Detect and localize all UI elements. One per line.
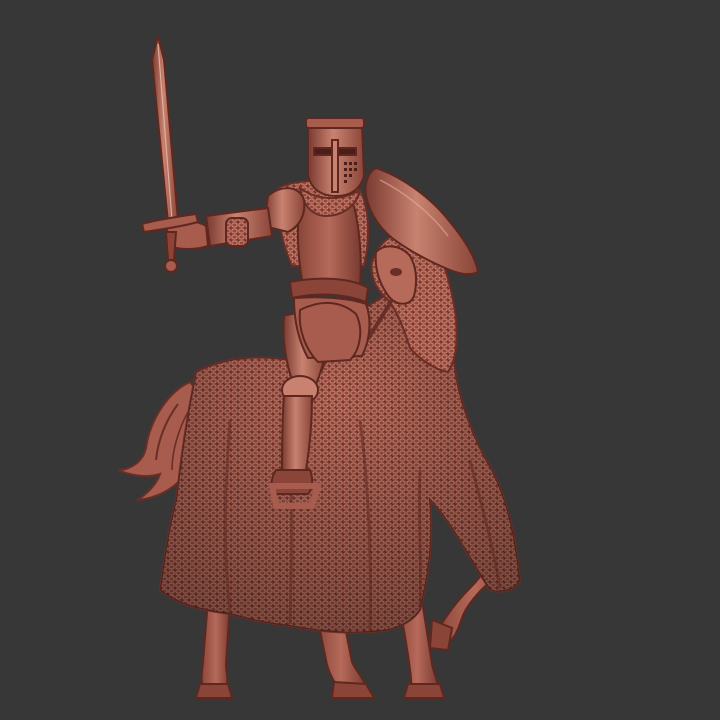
sword-pommel xyxy=(164,259,178,273)
sword-grip xyxy=(164,231,178,261)
render-viewport xyxy=(0,0,720,720)
knight-render xyxy=(0,0,720,720)
horse-eye xyxy=(390,268,402,276)
great-helm xyxy=(305,117,366,198)
hoof-front-left xyxy=(402,683,446,699)
hoof-rear-left xyxy=(194,683,234,699)
